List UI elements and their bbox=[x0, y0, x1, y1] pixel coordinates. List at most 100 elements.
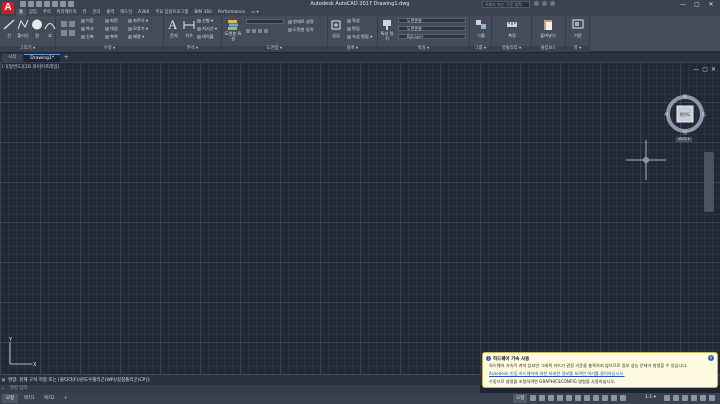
new-file-icon[interactable] bbox=[20, 1, 26, 7]
layer-dropdown[interactable] bbox=[246, 19, 284, 24]
paste-icon[interactable] bbox=[542, 18, 554, 31]
layout-tab-1[interactable]: 배치1 bbox=[20, 394, 39, 403]
copy-tool[interactable]: 복사 bbox=[81, 26, 94, 31]
insert-block-icon[interactable] bbox=[330, 18, 342, 31]
create-block-tool[interactable]: 작성 bbox=[347, 18, 360, 23]
layer-off-icon[interactable] bbox=[246, 28, 250, 33]
circle-icon[interactable] bbox=[31, 18, 43, 31]
edit-attribute-tool[interactable]: 속성 편집 ▾ bbox=[347, 34, 372, 39]
viewport-restore-button[interactable]: ▢ bbox=[702, 66, 708, 73]
help-icon[interactable] bbox=[550, 1, 555, 6]
match-layer-tool[interactable]: 도면층 일치 bbox=[288, 27, 314, 32]
open-file-icon[interactable] bbox=[28, 1, 34, 7]
hardware-accel-icon[interactable] bbox=[691, 395, 697, 401]
notification-link[interactable]: Autodesk 인증 하드웨어에 대한 자세한 정보를 보려면 여기를 클릭하… bbox=[489, 371, 625, 377]
redo-icon[interactable] bbox=[68, 1, 74, 7]
layer-properties-icon[interactable] bbox=[227, 18, 239, 31]
drawing-canvas[interactable]: [-][평면도][2D 와이어프레임] — ▢ ✕ 평면도 북 남 동 서 WC… bbox=[0, 62, 720, 374]
otrack-icon[interactable] bbox=[575, 395, 581, 401]
lineweight-icon[interactable] bbox=[584, 395, 590, 401]
ribbon-toggle-button[interactable]: ▭ ▾ bbox=[248, 9, 262, 16]
make-current-tool[interactable]: 현재로 설정 bbox=[288, 19, 314, 24]
wcs-menu[interactable]: WCS ▾ bbox=[676, 137, 692, 142]
navigation-bar[interactable] bbox=[704, 152, 714, 212]
layer-lock-icon[interactable] bbox=[264, 28, 268, 33]
stretch-tool[interactable]: 신축 bbox=[81, 34, 94, 39]
mirror-tool[interactable]: 대칭 bbox=[105, 26, 118, 31]
viewport-minimize-button[interactable]: — bbox=[693, 66, 699, 73]
trim-tool[interactable]: 자르기 ▾ bbox=[128, 18, 148, 23]
tab-bim360[interactable]: BIM 360 bbox=[191, 9, 215, 16]
layer-freeze-icon[interactable] bbox=[258, 28, 262, 33]
viewport-close-button[interactable]: ✕ bbox=[711, 66, 716, 73]
viewport-controls[interactable]: [-][평면도][2D 와이어프레임] bbox=[2, 64, 59, 70]
table-tool[interactable]: 테이블 bbox=[197, 34, 214, 39]
minimize-button[interactable]: — bbox=[676, 0, 690, 9]
layer-isolate-icon[interactable] bbox=[252, 28, 256, 33]
text-icon[interactable]: A bbox=[168, 18, 180, 31]
annotation-monitor-icon[interactable] bbox=[611, 395, 617, 401]
polyline-icon[interactable] bbox=[17, 18, 29, 31]
tab-performance[interactable]: Performance bbox=[215, 9, 248, 16]
signin-icon[interactable] bbox=[534, 1, 539, 6]
tab-output[interactable]: 출력 bbox=[103, 9, 117, 16]
grid-icon[interactable] bbox=[530, 395, 536, 401]
viewcube-west-label[interactable]: 서 bbox=[664, 111, 668, 118]
fillet-tool[interactable]: 모깎기 ▾ bbox=[128, 26, 148, 31]
tab-parametric[interactable]: 파라메트릭 bbox=[54, 9, 80, 16]
customize-menu-icon[interactable] bbox=[709, 395, 715, 401]
transparency-icon[interactable] bbox=[593, 395, 599, 401]
viewcube[interactable]: 평면도 북 남 동 서 bbox=[664, 93, 706, 135]
match-properties-icon[interactable] bbox=[381, 18, 393, 31]
search-input[interactable]: 키워드 또는 구문 입력 bbox=[482, 1, 530, 8]
tab-insert[interactable]: 삽입 bbox=[26, 9, 40, 16]
model-space-button[interactable]: 모형 bbox=[513, 394, 528, 403]
tab-manage[interactable]: 관리 bbox=[89, 9, 103, 16]
doc-tab-start[interactable]: 시작 bbox=[2, 54, 23, 62]
save-icon[interactable] bbox=[36, 1, 42, 7]
move-tool[interactable]: 이동 bbox=[81, 18, 94, 23]
edit-block-tool[interactable]: 편집 bbox=[347, 26, 360, 31]
color-dropdown[interactable]: 도면층별 bbox=[398, 18, 466, 23]
dimension-icon[interactable] bbox=[183, 18, 195, 31]
arc-icon[interactable] bbox=[44, 18, 56, 31]
clean-screen-icon[interactable] bbox=[700, 395, 706, 401]
add-layout-button[interactable]: + bbox=[60, 394, 72, 403]
linear-dim-dropdown[interactable]: 선형 ▾ bbox=[197, 18, 213, 23]
doc-tab-drawing1[interactable]: Drawing1* bbox=[24, 54, 61, 62]
annotation-scale-dropdown[interactable]: 1:1 ▾ bbox=[645, 395, 656, 400]
viewcube-north-label[interactable]: 북 bbox=[683, 94, 687, 100]
tab-addins[interactable]: 애드인 bbox=[117, 9, 135, 16]
annotation-plus-icon[interactable] bbox=[673, 395, 679, 401]
polar-icon[interactable] bbox=[557, 395, 563, 401]
workspace-gear-icon[interactable] bbox=[664, 395, 670, 401]
osnap-icon[interactable] bbox=[566, 395, 572, 401]
exchange-icon[interactable] bbox=[542, 1, 547, 6]
command-search-icon[interactable]: › bbox=[2, 386, 4, 392]
rotate-tool[interactable]: 회전 bbox=[105, 18, 118, 23]
tab-annotate[interactable]: 주석 bbox=[40, 9, 54, 16]
layout-tab-2[interactable]: 배치2 bbox=[40, 394, 59, 403]
maximize-button[interactable]: ▢ bbox=[690, 0, 704, 9]
measure-icon[interactable] bbox=[506, 18, 518, 31]
save-as-icon[interactable] bbox=[44, 1, 50, 7]
command-input[interactable]: 명령 입력 bbox=[10, 385, 27, 393]
application-menu-button[interactable]: A bbox=[0, 0, 16, 16]
base-view-icon[interactable] bbox=[572, 18, 584, 31]
close-button[interactable]: ✕ bbox=[704, 0, 718, 9]
layout-tab-model[interactable]: 모형 bbox=[2, 394, 18, 403]
print-icon[interactable] bbox=[52, 1, 58, 7]
scale-tool[interactable]: 축척 bbox=[105, 34, 118, 39]
leader-dropdown[interactable]: 지시선 ▾ bbox=[197, 26, 217, 31]
close-command-line-icon[interactable]: ✕ bbox=[1, 377, 6, 384]
line-icon[interactable] bbox=[3, 18, 15, 31]
tab-featured-apps[interactable]: 주요 응용프로그램 bbox=[152, 9, 191, 16]
array-tool[interactable]: 배열 ▾ bbox=[128, 34, 144, 39]
group-icon[interactable] bbox=[475, 18, 487, 31]
tab-home[interactable]: 홈 bbox=[16, 9, 26, 16]
lineweight-dropdown[interactable]: ByLayer bbox=[398, 34, 466, 39]
new-tab-button[interactable]: + bbox=[62, 54, 70, 62]
selection-cycling-icon[interactable] bbox=[602, 395, 608, 401]
modify-tools-icon[interactable] bbox=[59, 19, 77, 41]
tab-view[interactable]: 뷰 bbox=[80, 9, 90, 16]
